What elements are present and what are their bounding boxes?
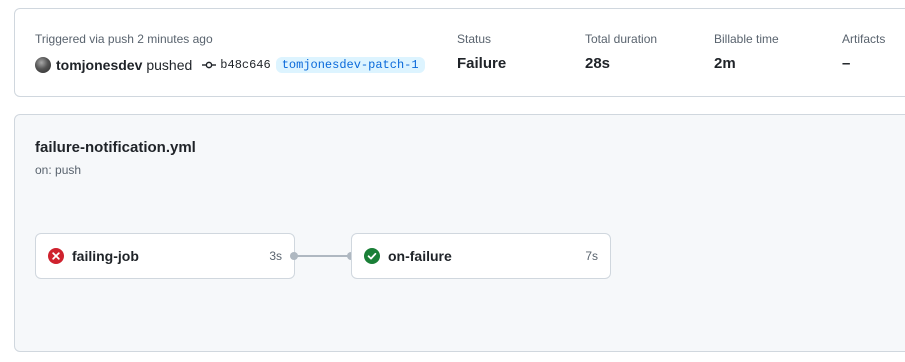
workflow-trigger: on: push: [35, 163, 82, 177]
run-summary-panel: Triggered via push 2 minutes ago tomjone…: [14, 8, 905, 97]
stat-label: Status: [457, 32, 492, 46]
workflow-filename[interactable]: failure-notification.yml: [35, 139, 196, 156]
branch-badge[interactable]: tomjonesdev-patch-1: [275, 57, 425, 73]
stat-value: –: [842, 55, 851, 72]
stat-value: 28s: [585, 55, 611, 72]
stat-label: Total duration: [585, 32, 658, 46]
job-card-failing-job[interactable]: failing-job 3s: [35, 233, 295, 279]
stat-value: Failure: [457, 55, 507, 72]
x-circle-icon: [48, 248, 64, 264]
job-duration: 7s: [585, 249, 598, 263]
actor-link[interactable]: tomjonesdev: [56, 57, 142, 73]
action-text: pushed: [146, 57, 193, 73]
commit-sha-link[interactable]: b48c646: [220, 58, 270, 72]
job-duration: 3s: [269, 249, 282, 263]
git-commit-icon: [202, 58, 217, 72]
job-connector: [295, 255, 351, 257]
actor-row: tomjonesdev pushed b48c646 tomjonesdev-p…: [35, 55, 425, 75]
trigger-label: Triggered via push 2 minutes ago: [35, 32, 213, 46]
job-card-on-failure[interactable]: on-failure 7s: [351, 233, 611, 279]
stat-artifacts: Artifacts –: [842, 32, 885, 72]
workflow-graph-panel: failure-notification.yml on: push failin…: [14, 114, 905, 352]
job-name: failing-job: [72, 248, 139, 264]
job-name: on-failure: [388, 248, 452, 264]
check-circle-icon: [364, 248, 380, 264]
stat-total-duration: Total duration 28s: [585, 32, 657, 72]
stat-value: 2m: [714, 55, 736, 72]
stat-billable-time: Billable time 2m: [714, 32, 779, 72]
stat-label: Billable time: [714, 32, 779, 46]
stat-label: Artifacts: [842, 32, 886, 46]
stat-status: Status Failure: [457, 32, 506, 72]
avatar[interactable]: [35, 57, 51, 73]
